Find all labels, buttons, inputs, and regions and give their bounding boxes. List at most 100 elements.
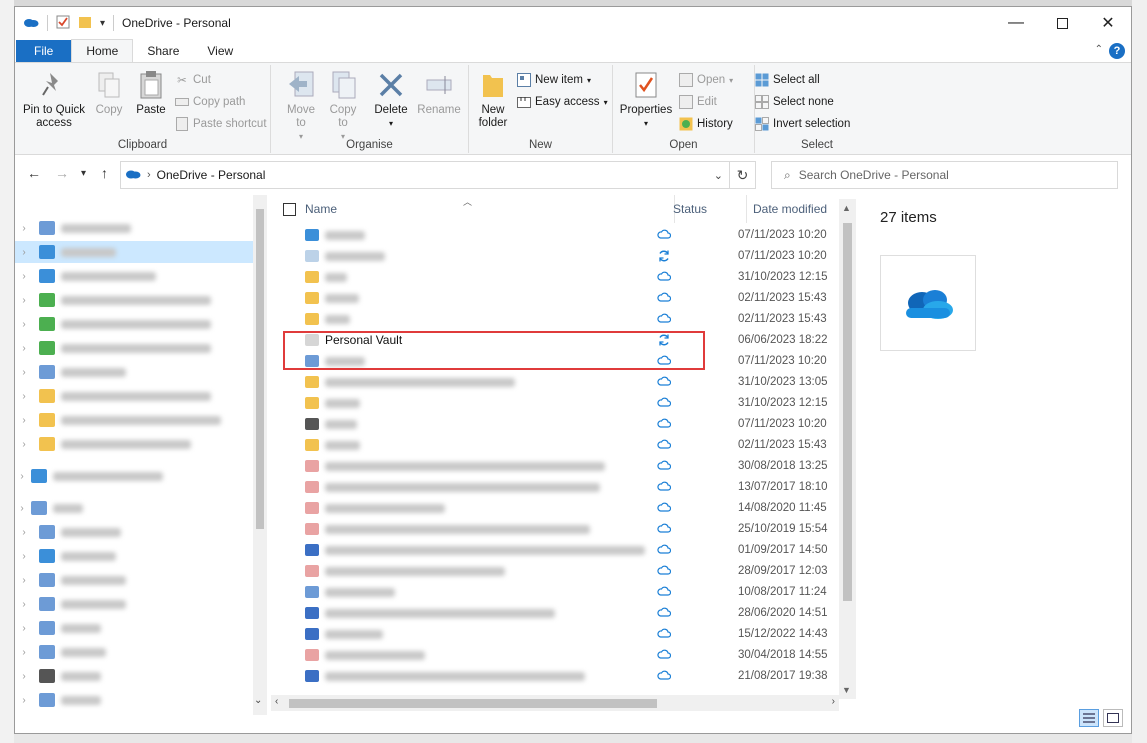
expand-chevron-icon[interactable]: ›	[17, 343, 31, 354]
nav-item[interactable]: ›	[15, 497, 253, 519]
file-row[interactable]: 13/07/2017 18:10	[271, 477, 839, 498]
expand-chevron-icon[interactable]: ›	[17, 671, 31, 682]
large-icons-view-button[interactable]	[1103, 709, 1123, 727]
column-date-modified[interactable]: Date modified	[747, 195, 839, 223]
new-folder-icon[interactable]	[78, 15, 92, 32]
file-row[interactable]: 15/12/2022 14:43	[271, 624, 839, 645]
expand-chevron-icon[interactable]: ›	[17, 527, 31, 538]
ribbon-collapse-chevron-icon[interactable]: ⌃	[1095, 44, 1103, 55]
help-icon[interactable]: ?	[1109, 43, 1125, 59]
expand-chevron-icon[interactable]: ›	[17, 271, 31, 282]
expand-chevron-icon[interactable]: ›	[17, 391, 31, 402]
properties-check-icon[interactable]	[56, 15, 70, 32]
nav-item[interactable]: ›	[15, 521, 253, 543]
file-list-horizontal-scrollbar[interactable]: ‹ ›	[271, 695, 839, 711]
nav-item[interactable]: ›	[15, 385, 253, 407]
expand-chevron-icon[interactable]: ›	[17, 295, 31, 306]
select-all-button[interactable]: Select all	[755, 73, 820, 87]
nav-item[interactable]: ›	[15, 617, 253, 639]
expand-chevron-icon[interactable]: ›	[17, 599, 31, 610]
scroll-left-arrow-icon[interactable]: ‹	[275, 696, 278, 707]
close-button[interactable]: ✕	[1085, 7, 1131, 39]
copy-button[interactable]: Copy	[91, 69, 127, 117]
paste-shortcut-button[interactable]: Paste shortcut	[175, 117, 267, 131]
nav-item[interactable]: ›	[15, 465, 253, 487]
file-row[interactable]: 31/10/2023 13:05	[271, 372, 839, 393]
up-arrow-icon[interactable]: ↑	[101, 165, 108, 181]
file-row[interactable]: 30/04/2018 14:55	[271, 645, 839, 666]
scroll-up-arrow-icon[interactable]: ▲	[842, 203, 851, 213]
new-folder-button[interactable]: New folder	[475, 69, 511, 130]
expand-chevron-icon[interactable]: ›	[17, 439, 31, 450]
new-item-button[interactable]: New item ▾	[517, 73, 591, 87]
nav-item[interactable]: ›	[15, 665, 253, 687]
tab-share[interactable]: Share	[133, 40, 193, 62]
navigation-pane-scrollbar[interactable]	[253, 195, 267, 715]
nav-item[interactable]: ›	[15, 593, 253, 615]
file-row[interactable]: 14/08/2020 11:45	[271, 498, 839, 519]
address-dropdown-chevron-icon[interactable]: ⌄	[714, 169, 723, 182]
customize-toolbar-chevron-icon[interactable]: ▾	[100, 18, 105, 29]
nav-item[interactable]: ›	[15, 641, 253, 663]
file-row[interactable]: 31/10/2023 12:15	[271, 267, 839, 288]
cut-button[interactable]: ✂ Cut	[175, 73, 211, 87]
expand-chevron-icon[interactable]: ›	[15, 471, 29, 482]
nav-item[interactable]: ›	[15, 337, 253, 359]
expand-chevron-icon[interactable]: ›	[17, 415, 31, 426]
expand-chevron-icon[interactable]: ›	[17, 695, 31, 706]
invert-selection-button[interactable]: Invert selection	[755, 117, 850, 131]
properties-button[interactable]: Properties ▾	[619, 69, 673, 130]
edit-button[interactable]: Edit	[679, 95, 717, 109]
expand-chevron-icon[interactable]: ›	[17, 575, 31, 586]
expand-chevron-icon[interactable]: ›	[15, 503, 29, 514]
scroll-down-arrow-icon[interactable]: ▼	[842, 685, 851, 695]
nav-item[interactable]: ›	[15, 409, 253, 431]
tab-file[interactable]: File	[16, 40, 72, 62]
easy-access-button[interactable]: Easy access ▾	[517, 95, 608, 109]
file-row[interactable]: 01/09/2017 14:50	[271, 540, 839, 561]
nav-item[interactable]: ›	[15, 689, 253, 711]
file-row[interactable]: 02/11/2023 15:43	[271, 288, 839, 309]
vertical-scroll-thumb[interactable]	[843, 223, 852, 601]
minimize-button[interactable]: —	[993, 7, 1039, 39]
navigation-scroll-thumb[interactable]	[256, 209, 264, 529]
forward-arrow-icon[interactable]: →	[55, 165, 69, 181]
history-button[interactable]: History	[679, 117, 733, 131]
select-all-checkbox[interactable]	[283, 203, 296, 216]
file-row[interactable]: 07/11/2023 10:20	[271, 225, 839, 246]
breadcrumb-onedrive-personal[interactable]: OneDrive - Personal	[157, 168, 266, 182]
column-name[interactable]: Name	[299, 195, 675, 223]
nav-item[interactable]: ›	[15, 361, 253, 383]
file-row[interactable]: 30/08/2018 13:25	[271, 456, 839, 477]
nav-item[interactable]: ›	[15, 217, 253, 239]
nav-item[interactable]: ›	[15, 569, 253, 591]
copy-path-button[interactable]: Copy path	[175, 95, 245, 109]
tab-view[interactable]: View	[193, 40, 247, 62]
nav-item[interactable]: ›	[15, 289, 253, 311]
file-row[interactable]: 02/11/2023 15:43	[271, 309, 839, 330]
expand-chevron-icon[interactable]: ›	[17, 223, 31, 234]
nav-scroll-down-chevron-icon[interactable]: ⌄	[254, 695, 262, 706]
expand-chevron-icon[interactable]: ›	[17, 319, 31, 330]
file-list-vertical-scrollbar[interactable]: ▲ ▼	[839, 199, 856, 699]
refresh-button[interactable]: ↻	[730, 161, 756, 189]
expand-chevron-icon[interactable]: ›	[17, 247, 31, 258]
nav-item[interactable]: ›	[15, 313, 253, 335]
file-row[interactable]: 31/10/2023 12:15	[271, 393, 839, 414]
nav-item[interactable]: ›	[15, 265, 253, 287]
file-row[interactable]: 10/08/2017 11:24	[271, 582, 839, 603]
file-row[interactable]: 28/06/2020 14:51	[271, 603, 839, 624]
horizontal-scroll-thumb[interactable]	[289, 699, 657, 708]
recent-locations-chevron-icon[interactable]: ▾	[81, 168, 86, 179]
maximize-button[interactable]	[1039, 7, 1085, 39]
open-button[interactable]: Open ▾	[679, 73, 733, 87]
nav-item[interactable]: ›	[15, 241, 253, 263]
search-input[interactable]: ⌕ Search OneDrive - Personal	[771, 161, 1118, 189]
back-arrow-icon[interactable]: ←	[27, 165, 41, 181]
file-row[interactable]: 07/11/2023 10:20	[271, 414, 839, 435]
paste-button[interactable]: Paste	[131, 69, 171, 117]
copy-to-button[interactable]: Copy to ▾	[325, 69, 361, 143]
move-to-button[interactable]: Move to ▾	[283, 69, 319, 143]
pin-to-quick-access-button[interactable]: Pin to Quick access	[21, 69, 87, 130]
delete-button[interactable]: Delete ▾	[371, 69, 411, 130]
